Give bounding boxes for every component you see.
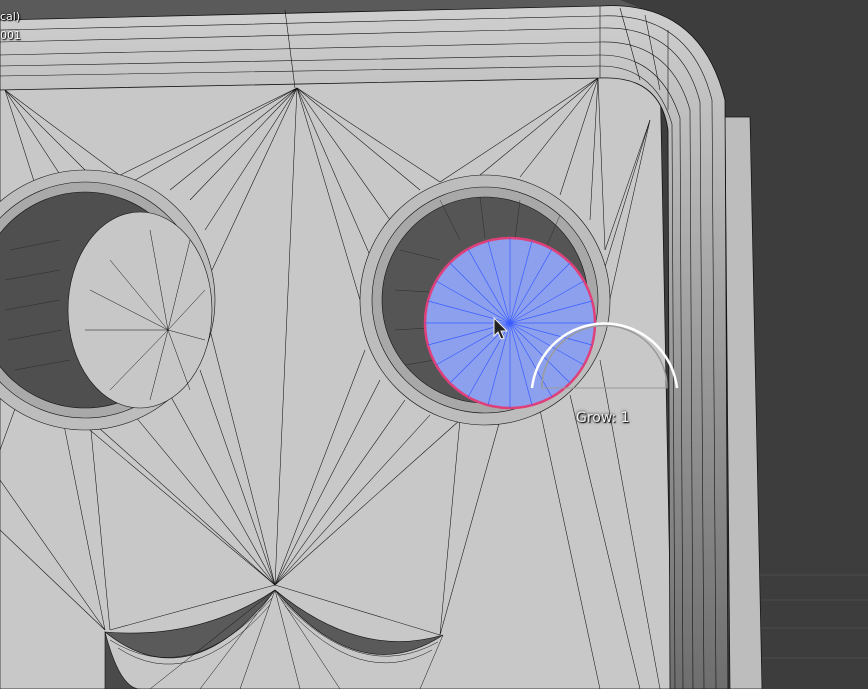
viewport-header-line1: cal) — [0, 10, 21, 23]
selected-face-wire — [425, 238, 595, 408]
grow-operator-label: Grow: 1 — [576, 410, 630, 426]
3d-viewport[interactable]: cal) 001 Grow: 1 — [0, 0, 868, 689]
viewport-header-line2: 001 — [0, 29, 21, 42]
mesh-canvas[interactable] — [0, 0, 868, 689]
